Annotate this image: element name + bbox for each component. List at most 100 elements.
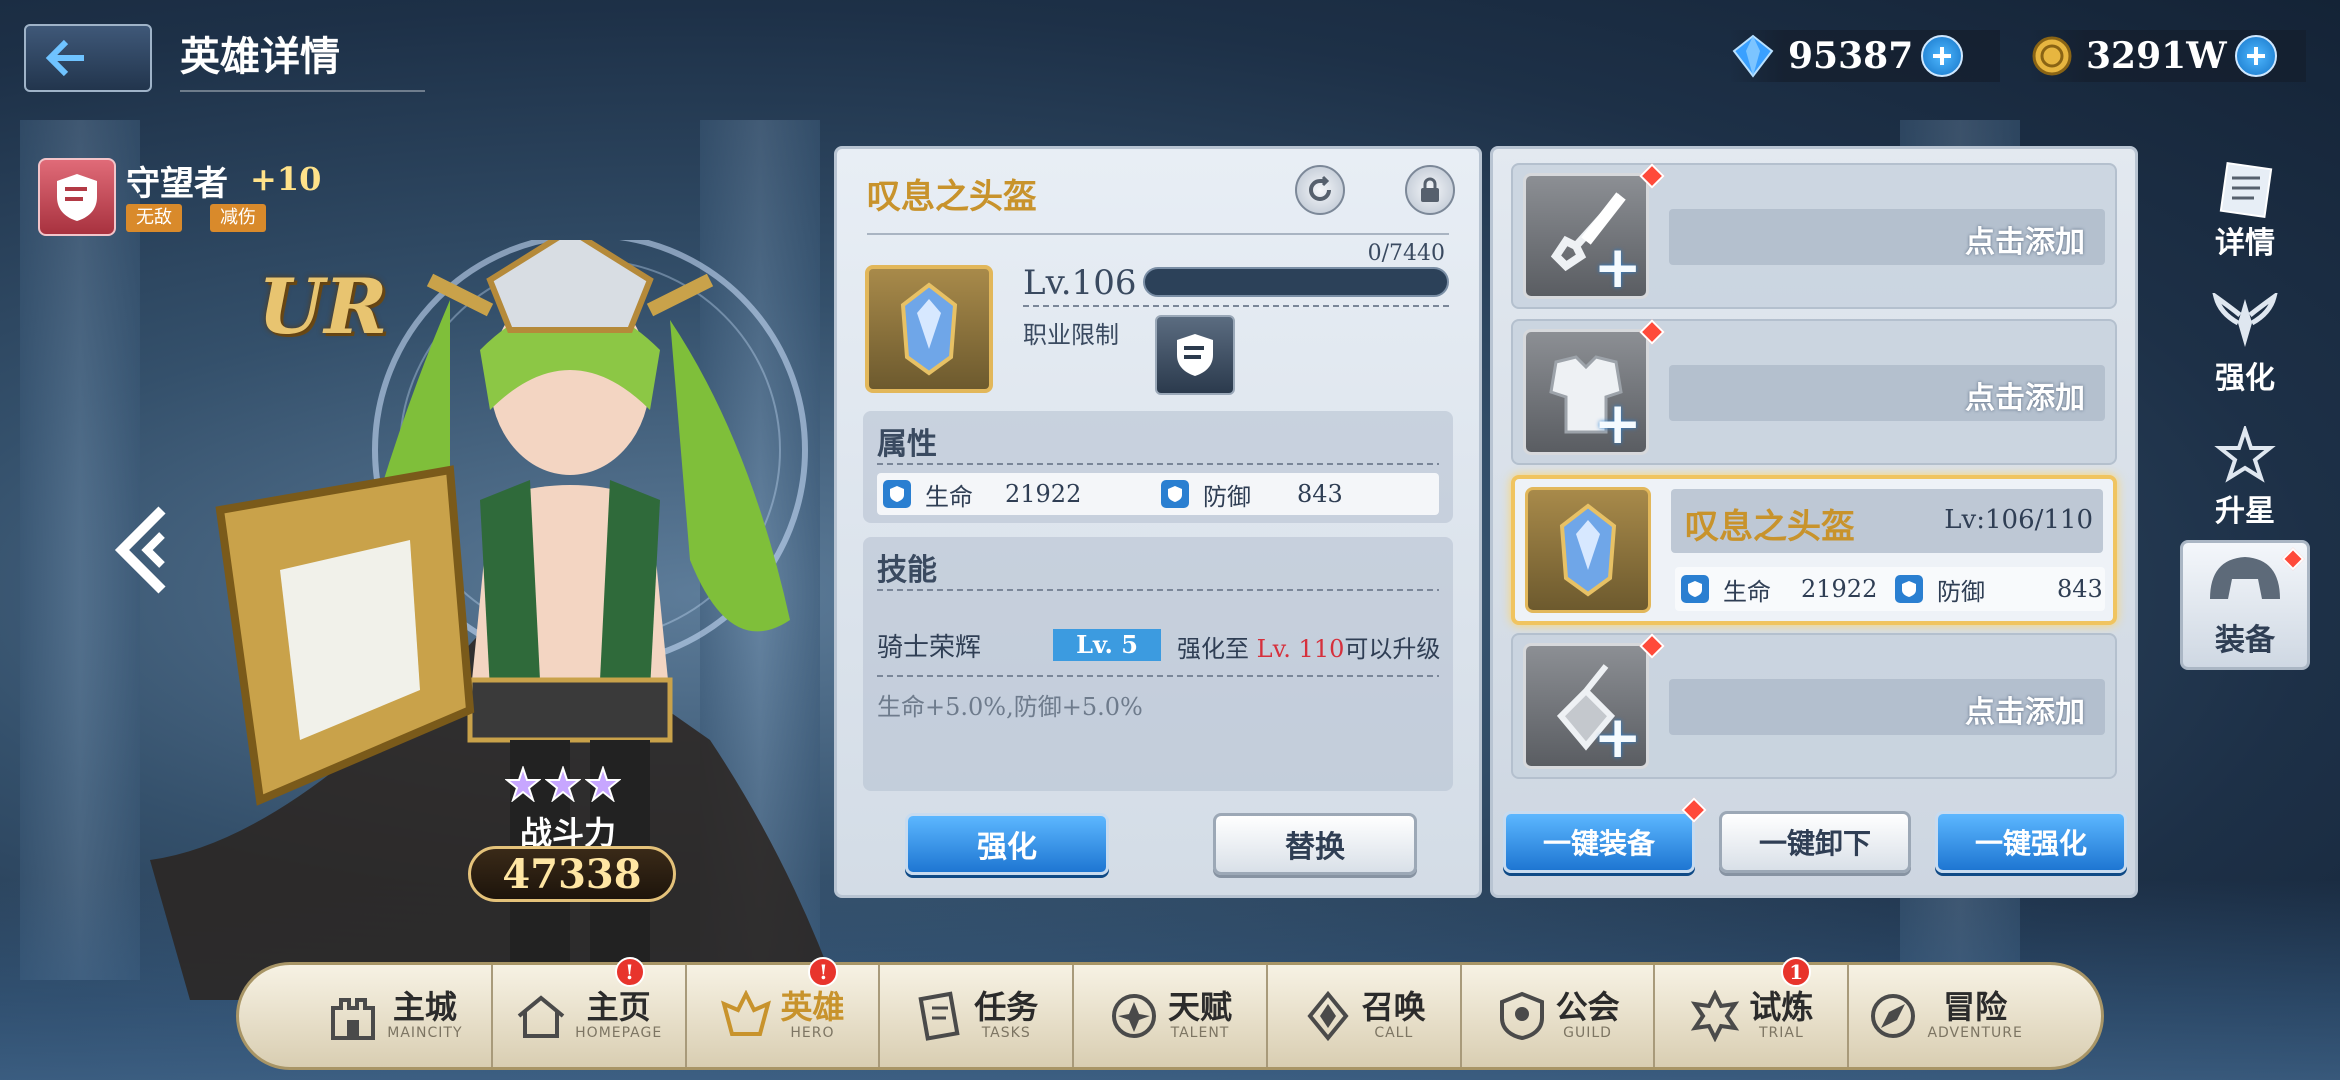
gem-currency: 95387 bbox=[1730, 30, 2000, 82]
class-restrict-icon bbox=[1155, 315, 1235, 395]
nav-label: 公会 bbox=[1555, 988, 1620, 1027]
attr-divider bbox=[877, 463, 1439, 465]
refresh-icon bbox=[1309, 175, 1331, 201]
nav-label: 主页 bbox=[586, 988, 651, 1027]
enhance-all-button[interactable]: 一键强化 bbox=[1935, 811, 2127, 873]
gold-amount: 3291W bbox=[2086, 35, 2227, 77]
helmet-icon bbox=[900, 282, 958, 376]
stat-value: 843 bbox=[2057, 575, 2103, 603]
slot-accessory[interactable]: + 点击添加 bbox=[1511, 633, 2117, 779]
slot-armor[interactable]: + 点击添加 bbox=[1511, 319, 2117, 465]
tab-label: 装备 bbox=[2215, 623, 2275, 658]
nav-sub: ADVENTURE bbox=[1927, 1024, 2023, 1041]
nav-main-city[interactable]: 主城 MAINCITY bbox=[299, 965, 493, 1067]
slot-add-label: 点击添加 bbox=[1965, 381, 2085, 416]
nav-label: 冒险 bbox=[1943, 988, 2008, 1027]
tab-label: 强化 bbox=[2215, 361, 2275, 396]
stat-label: 生命 bbox=[1723, 577, 1771, 606]
weapon-slot-icon: + bbox=[1523, 173, 1649, 299]
stat-value: 843 bbox=[1297, 480, 1343, 508]
skill-desc-divider bbox=[877, 675, 1439, 677]
nav-adventure[interactable]: 冒险 ADVENTURE bbox=[1849, 965, 2041, 1067]
defense-icon bbox=[1895, 575, 1923, 603]
tab-equipment[interactable]: 装备 bbox=[2180, 540, 2310, 670]
skill-name: 骑士荣辉 bbox=[877, 633, 982, 663]
armor-slot-icon: + bbox=[1523, 329, 1649, 455]
talent-icon bbox=[1108, 990, 1160, 1042]
gem-amount: 95387 bbox=[1788, 35, 1914, 77]
req-prefix: 强化至 bbox=[1177, 635, 1249, 663]
hero-tag: 无敌 bbox=[126, 204, 182, 232]
nav-homepage[interactable]: 主页 HOMEPAGE ! bbox=[493, 957, 687, 1067]
stat-label: 生命 bbox=[925, 482, 973, 511]
hero-icon bbox=[720, 990, 772, 1042]
nav-badge: ! bbox=[808, 957, 839, 987]
nav-sub: CALL bbox=[1374, 1024, 1414, 1041]
nav-sub: TASKS bbox=[981, 1024, 1031, 1041]
helmet-slot-icon bbox=[1525, 487, 1651, 613]
nav-talent[interactable]: 天赋 TALENT bbox=[1074, 965, 1268, 1067]
home-icon bbox=[515, 990, 567, 1042]
shield-icon bbox=[57, 174, 97, 221]
nav-summon[interactable]: 召唤 CALL bbox=[1268, 965, 1462, 1067]
compass-icon bbox=[1867, 990, 1919, 1042]
item-detail-panel: 叹息之头盔 0/7440 Lv.106 职业限制 属性 生命 21922 防御 … bbox=[834, 146, 1482, 898]
hp-icon bbox=[883, 480, 911, 508]
replace-button[interactable]: 替换 bbox=[1213, 813, 1417, 875]
nav-guild[interactable]: 公会 GUILD bbox=[1462, 965, 1656, 1067]
skill-level-badge: Lv. 5 bbox=[1053, 629, 1161, 661]
hero-enhance-level: +10 bbox=[250, 160, 322, 198]
tab-label: 升星 bbox=[2215, 494, 2275, 529]
tab-star-up[interactable]: 升星 bbox=[2180, 418, 2310, 538]
plus-icon bbox=[1933, 47, 1952, 65]
back-arrow-icon bbox=[45, 39, 84, 77]
skill-description: 生命+5.0%,防御+5.0% bbox=[877, 693, 1143, 721]
add-gem-button[interactable] bbox=[1921, 35, 1964, 77]
reset-button[interactable] bbox=[1295, 165, 1345, 215]
slot-helmet[interactable]: 叹息之头盔 Lv:106/110 生命 21922 防御 843 bbox=[1511, 475, 2117, 625]
equipped-item-stats: 生命 21922 防御 843 bbox=[1675, 567, 2105, 611]
gold-coin-icon bbox=[2032, 36, 2072, 76]
nav-label: 召唤 bbox=[1361, 988, 1426, 1027]
tab-details[interactable]: 详情 bbox=[2180, 150, 2310, 270]
title-divider bbox=[867, 233, 1449, 235]
nav-badge: ! bbox=[614, 957, 645, 987]
shield-icon bbox=[1177, 334, 1213, 376]
gem-icon bbox=[1732, 34, 1774, 78]
hero-class-name: 守望者 bbox=[126, 164, 228, 204]
nav-trial[interactable]: 试炼 TRIAL 1 bbox=[1655, 957, 1850, 1067]
equipped-item-level: Lv:106/110 bbox=[1944, 505, 2093, 535]
unequip-all-button[interactable]: 一键卸下 bbox=[1719, 811, 1911, 873]
req-suffix: 可以升级 bbox=[1344, 635, 1441, 663]
class-restrict-label: 职业限制 bbox=[1023, 321, 1119, 349]
nav-label: 试炼 bbox=[1749, 988, 1814, 1027]
star-icon bbox=[585, 766, 621, 802]
add-icon: + bbox=[1593, 389, 1642, 457]
stat-label: 防御 bbox=[1937, 577, 1985, 606]
enhance-button[interactable]: 强化 bbox=[905, 813, 1109, 875]
add-gold-button[interactable] bbox=[2234, 35, 2277, 77]
slot-add-label: 点击添加 bbox=[1965, 225, 2085, 260]
tab-enhance[interactable]: 强化 bbox=[2180, 285, 2310, 405]
nav-label: 主城 bbox=[392, 988, 457, 1027]
star-icon bbox=[505, 766, 541, 802]
equipped-item-name: 叹息之头盔 bbox=[1685, 507, 1855, 547]
star-wings-icon bbox=[2214, 426, 2276, 483]
helmet-icon bbox=[1559, 503, 1617, 597]
slot-weapon[interactable]: + 点击添加 bbox=[1511, 163, 2117, 309]
bottom-nav: 主城 MAINCITY 主页 HOMEPAGE ! 英雄 HERO ! 任务 TASKS… bbox=[236, 957, 2104, 1070]
equip-all-button[interactable]: 一键装备 bbox=[1503, 811, 1695, 873]
hero-stars bbox=[505, 766, 621, 802]
gold-currency: 3291W bbox=[2030, 30, 2306, 82]
hp-icon bbox=[1681, 575, 1709, 603]
back-button[interactable] bbox=[24, 24, 152, 92]
nav-tasks[interactable]: 任务 TASKS bbox=[880, 965, 1075, 1067]
item-icon bbox=[865, 265, 993, 393]
nav-hero[interactable]: 英雄 HERO ! bbox=[687, 957, 881, 1067]
stat-value: 21922 bbox=[1005, 480, 1082, 508]
wings-icon bbox=[2212, 293, 2278, 347]
page-title: 英雄详情 bbox=[180, 24, 425, 92]
attribute-row: 生命 21922 防御 843 bbox=[877, 473, 1439, 515]
document-icon bbox=[2219, 162, 2273, 218]
lock-button[interactable] bbox=[1405, 165, 1455, 215]
